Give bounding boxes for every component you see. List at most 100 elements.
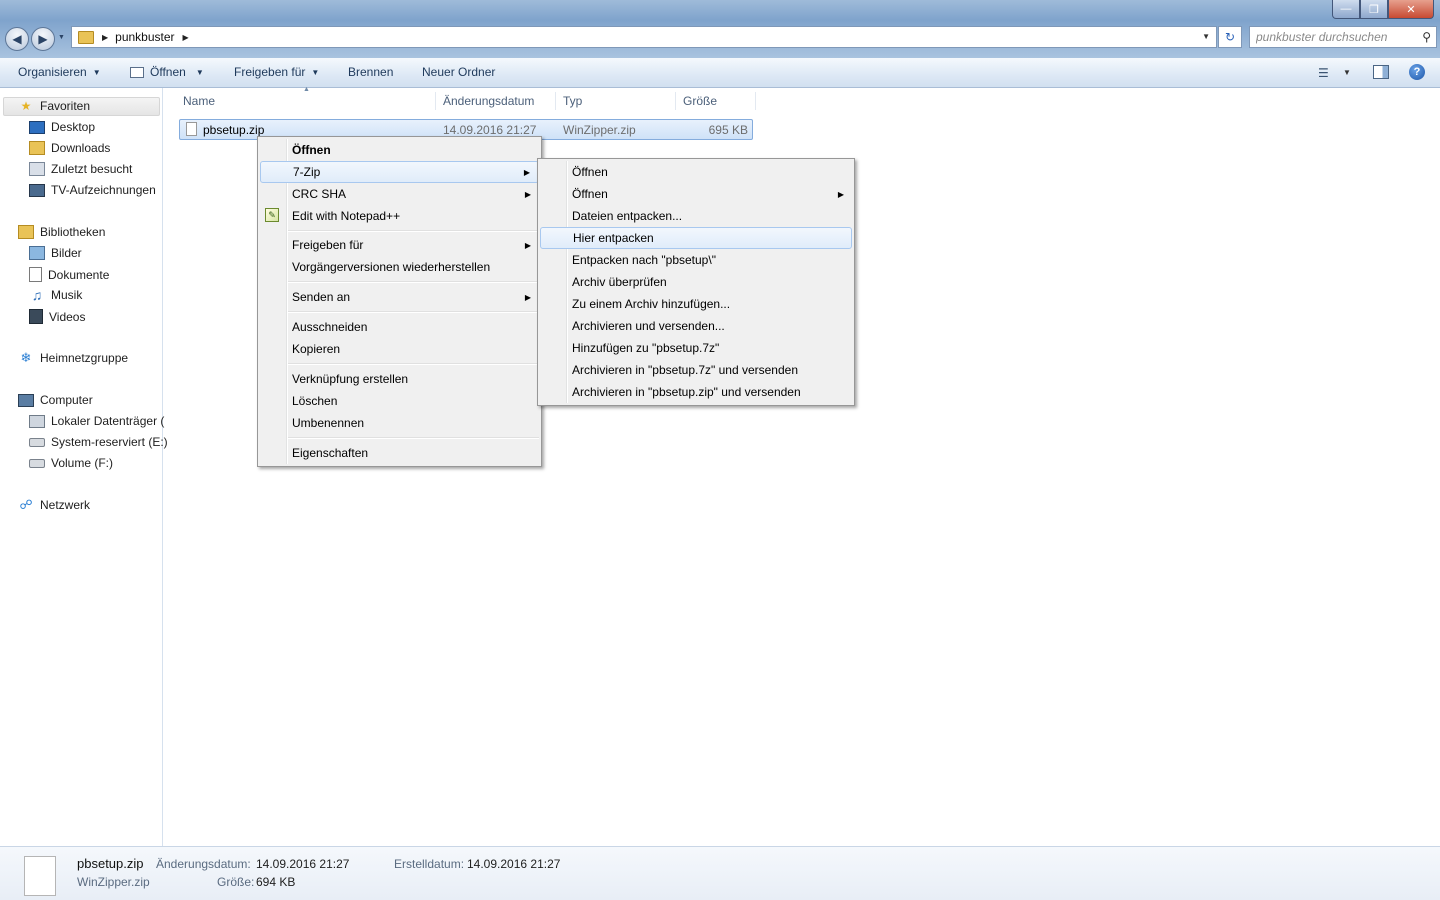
close-button[interactable]: ✕ xyxy=(1388,0,1434,19)
maximize-button[interactable]: ❐ xyxy=(1360,0,1388,19)
view-options-icon[interactable]: ☰ xyxy=(1318,66,1329,80)
submenu-item-label: Archiv überprüfen xyxy=(572,275,667,289)
search-input[interactable] xyxy=(1256,28,1416,46)
drive-icon xyxy=(29,437,45,447)
nav-homegroup[interactable]: ❄ Heimnetzgruppe xyxy=(18,350,129,365)
minimize-button[interactable]: — xyxy=(1332,0,1360,19)
submenu-item-7z-email[interactable]: Archivieren in "pbsetup.7z" und versende… xyxy=(540,359,852,381)
submenu-item-open-as[interactable]: Öffnen ▶ xyxy=(540,183,852,205)
column-header-size[interactable]: Größe xyxy=(676,92,756,110)
nav-videos[interactable]: Videos xyxy=(29,309,85,324)
menu-item-open-label: Öffnen xyxy=(292,143,331,157)
chevron-down-icon: ▼ xyxy=(92,67,101,77)
nav-favorites[interactable]: ★ Favoriten xyxy=(18,99,90,113)
menu-item-delete[interactable]: Löschen xyxy=(260,390,539,412)
nav-desktop[interactable]: Desktop xyxy=(29,120,95,134)
recent-pages-dropdown[interactable]: ▼ xyxy=(58,34,65,41)
column-header-date[interactable]: Änderungsdatum xyxy=(436,92,556,110)
submenu-item-test-archive[interactable]: Archiv überprüfen xyxy=(540,271,852,293)
nav-system-reserved[interactable]: System-reserviert (E:) xyxy=(29,435,168,449)
column-size-label: Größe xyxy=(683,94,718,108)
menu-item-send-to-label: Senden an xyxy=(292,290,351,304)
menu-item-rename[interactable]: Umbenennen xyxy=(260,412,539,434)
breadcrumb-arrow-icon[interactable]: ▶ xyxy=(183,33,189,42)
column-header-name[interactable]: Name xyxy=(176,92,436,110)
nav-recent[interactable]: Zuletzt besucht xyxy=(29,162,132,176)
menu-item-copy[interactable]: Kopieren xyxy=(260,338,539,360)
share-label: Freigeben für xyxy=(234,65,306,79)
search-box[interactable]: ⚲ xyxy=(1249,26,1437,48)
menu-item-notepad[interactable]: ✎ Edit with Notepad++ xyxy=(260,205,539,227)
nav-libraries[interactable]: Bibliotheken xyxy=(18,225,105,239)
submenu-item-compress-email[interactable]: Archivieren und versenden... xyxy=(540,315,852,337)
preview-pane-icon[interactable] xyxy=(1373,65,1389,79)
address-bar[interactable]: ▶ punkbuster ▶ ▼ xyxy=(71,26,1217,48)
menu-item-open[interactable]: Öffnen xyxy=(260,139,539,161)
back-button[interactable]: ◀ xyxy=(5,27,29,51)
menu-item-properties[interactable]: Eigenschaften xyxy=(260,442,539,464)
nav-local-disk[interactable]: Lokaler Datenträger ( xyxy=(29,414,164,428)
menu-item-crc-sha[interactable]: CRC SHA ▶ xyxy=(260,183,539,205)
submenu-item-add-to-archive[interactable]: Zu einem Archiv hinzufügen... xyxy=(540,293,852,315)
submenu-item-label: Archivieren in "pbsetup.7z" und versende… xyxy=(572,363,798,377)
burn-label: Brennen xyxy=(348,65,394,79)
nav-computer-label: Computer xyxy=(40,393,93,407)
nav-documents[interactable]: Dokumente xyxy=(29,267,109,282)
help-icon[interactable]: ? xyxy=(1409,64,1425,80)
menu-item-properties-label: Eigenschaften xyxy=(292,446,369,460)
new-folder-label: Neuer Ordner xyxy=(422,65,496,79)
nav-downloads[interactable]: Downloads xyxy=(29,141,110,155)
nav-network[interactable]: ☍ Netzwerk xyxy=(18,497,91,512)
open-button[interactable]: Öffnen ▼ xyxy=(130,65,204,79)
details-file-name: pbsetup.zip xyxy=(77,856,144,871)
menu-item-notepad-label: Edit with Notepad++ xyxy=(292,209,401,223)
new-folder-button[interactable]: Neuer Ordner xyxy=(422,65,495,79)
submenu-item-zip-email[interactable]: Archivieren in "pbsetup.zip" und versend… xyxy=(540,381,852,403)
menu-item-create-shortcut[interactable]: Verknüpfung erstellen xyxy=(260,368,539,390)
nav-pictures[interactable]: Bilder xyxy=(29,246,82,260)
nav-music[interactable]: ♫ Musik xyxy=(29,287,83,303)
search-icon[interactable]: ⚲ xyxy=(1422,30,1431,44)
breadcrumb-punkbuster[interactable]: punkbuster xyxy=(115,30,174,44)
share-button[interactable]: Freigeben für ▼ xyxy=(234,65,319,79)
submenu-item-extract-files[interactable]: Dateien entpacken... xyxy=(540,205,852,227)
menu-separator xyxy=(288,311,539,313)
menu-item-7zip[interactable]: 7-Zip ▶ xyxy=(260,161,539,183)
menu-item-restore-label: Vorgängerversionen wiederherstellen xyxy=(292,260,491,274)
menu-item-share[interactable]: Freigeben für ▶ xyxy=(260,234,539,256)
nav-volume-f[interactable]: Volume (F:) xyxy=(29,456,113,470)
view-dropdown-icon[interactable]: ▼ xyxy=(1343,68,1351,77)
menu-separator xyxy=(288,363,539,365)
nav-network-label: Netzwerk xyxy=(40,498,91,512)
nav-tv-recordings[interactable]: TV-Aufzeichnungen xyxy=(29,183,156,197)
submenu-arrow-icon: ▶ xyxy=(524,292,531,302)
nav-local-disk-label: Lokaler Datenträger ( xyxy=(51,414,165,428)
chevron-down-icon: ▼ xyxy=(311,67,320,77)
menu-item-cut[interactable]: Ausschneiden xyxy=(260,316,539,338)
downloads-folder-icon xyxy=(29,141,45,155)
nav-computer[interactable]: Computer xyxy=(18,393,93,407)
column-header-type[interactable]: Typ xyxy=(556,92,676,110)
nav-volume-f-label: Volume (F:) xyxy=(51,456,114,470)
menu-item-restore[interactable]: Vorgängerversionen wiederherstellen xyxy=(260,256,539,278)
menu-item-send-to[interactable]: Senden an ▶ xyxy=(260,286,539,308)
submenu-item-label: Öffnen xyxy=(572,165,608,179)
refresh-button[interactable]: ↻ xyxy=(1218,26,1242,48)
details-created-label: Erstelldatum: xyxy=(394,857,465,871)
notepad-plus-icon: ✎ xyxy=(265,208,279,222)
submenu-arrow-icon: ▶ xyxy=(524,189,531,199)
submenu-item-extract-to[interactable]: Entpacken nach "pbsetup\" xyxy=(540,249,852,271)
details-modified-label: Änderungsdatum: xyxy=(156,857,251,871)
submenu-item-extract-here[interactable]: Hier entpacken xyxy=(540,227,852,249)
title-bar: — ❐ ✕ ◀ ▶ ▼ ▶ punkbuster ▶ ▼ ↻ ⚲ xyxy=(0,0,1440,58)
nav-documents-label: Dokumente xyxy=(48,267,110,282)
breadcrumb-arrow-icon[interactable]: ▶ xyxy=(102,33,108,42)
burn-button[interactable]: Brennen xyxy=(348,65,393,79)
folder-icon xyxy=(78,30,94,44)
submenu-item-add-7z[interactable]: Hinzufügen zu "pbsetup.7z" xyxy=(540,337,852,359)
submenu-item-open[interactable]: Öffnen xyxy=(540,161,852,183)
zip-file-icon xyxy=(24,856,56,896)
forward-button[interactable]: ▶ xyxy=(31,27,55,51)
organize-button[interactable]: Organisieren ▼ xyxy=(18,65,101,79)
address-dropdown-icon[interactable]: ▼ xyxy=(1202,32,1210,41)
